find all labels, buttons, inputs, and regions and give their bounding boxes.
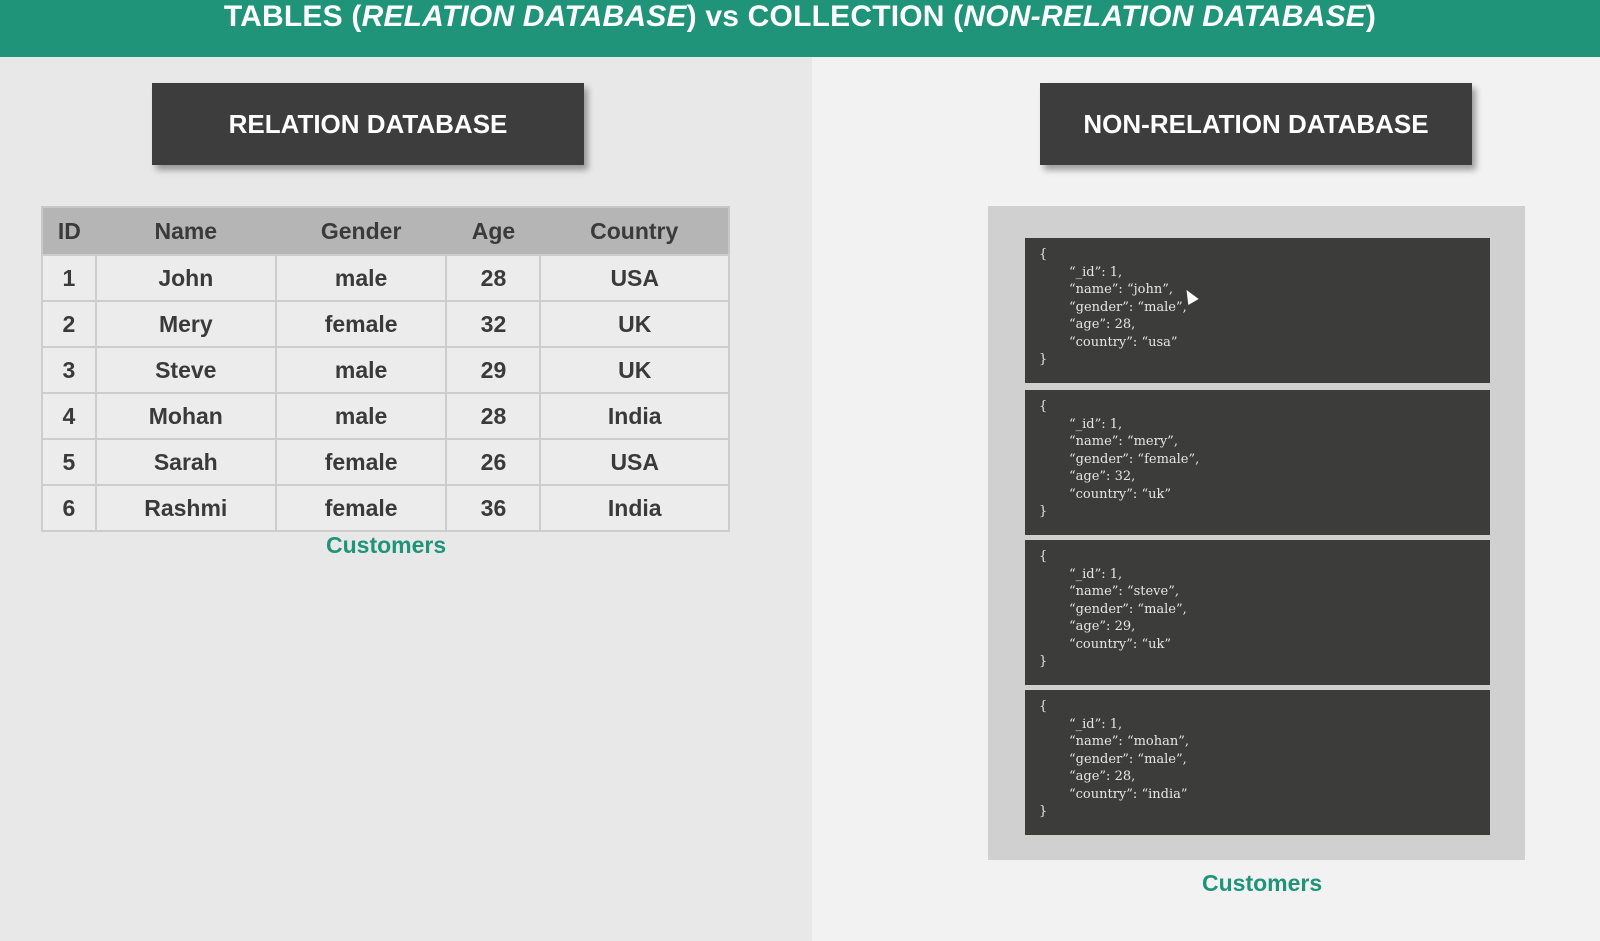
doc-field-name: “name”: “steve”,	[1069, 584, 1179, 599]
cell-gender: female	[274, 484, 448, 532]
cell-gender: female	[274, 438, 448, 486]
doc-close-brace: }	[1039, 804, 1048, 819]
doc-close-brace: }	[1039, 352, 1048, 367]
cell-country: USA	[539, 254, 730, 302]
table-row: 1 John male 28 USA	[41, 254, 730, 302]
banner-text-1: TABLES (	[223, 0, 362, 33]
doc-open-brace: {	[1039, 399, 1048, 414]
table-row: 4 Mohan male 28 India	[41, 392, 730, 440]
doc-field-age: “age”: 28,	[1069, 769, 1136, 784]
doc-field-gender: “gender”: “female”,	[1069, 451, 1200, 467]
cell-name: Steve	[94, 346, 277, 394]
json-document: { “_id”: 1, “name”: “mery”, “gender”: “f…	[1025, 390, 1490, 535]
customers-table: ID Name Gender Age Country 1 John male 2…	[41, 206, 730, 532]
cell-id: 2	[41, 300, 97, 348]
doc-field-name: “name”: “mohan”,	[1069, 734, 1190, 749]
header-age: Age	[446, 207, 541, 255]
banner-text-4: NON-RELATION DATABASE	[963, 0, 1366, 33]
relation-database-heading: RELATION DATABASE	[152, 83, 584, 165]
doc-field-gender: “gender”: “male”,	[1069, 601, 1187, 617]
doc-close-brace: }	[1039, 504, 1048, 519]
header-country: Country	[540, 207, 729, 255]
cell-name: Mohan	[94, 392, 277, 440]
cell-gender: male	[274, 254, 448, 302]
header-id: ID	[42, 207, 96, 255]
doc-field-country: “country”: “uk”	[1069, 636, 1171, 652]
cell-age: 28	[445, 254, 542, 302]
cell-name: Mery	[94, 300, 277, 348]
cell-gender: female	[274, 300, 448, 348]
cell-name: Sarah	[94, 438, 277, 486]
json-document: { “_id”: 1, “name”: “john”, “gender”: “m…	[1025, 238, 1490, 383]
header-name: Name	[95, 207, 276, 255]
cell-age: 26	[445, 438, 542, 486]
doc-field-age: “age”: 32,	[1069, 469, 1136, 484]
collection-caption: Customers	[1202, 870, 1323, 896]
customers-collection: { “_id”: 1, “name”: “john”, “gender”: “m…	[988, 206, 1525, 860]
cell-id: 5	[41, 438, 97, 486]
table-caption: Customers	[326, 532, 447, 558]
doc-open-brace: {	[1039, 699, 1048, 714]
cell-country: USA	[539, 438, 730, 486]
cell-age: 36	[445, 484, 542, 532]
header-gender: Gender	[275, 207, 447, 255]
doc-field-country: “country”: “uk”	[1069, 486, 1171, 502]
cell-country: UK	[539, 300, 730, 348]
cell-id: 4	[41, 392, 97, 440]
cell-name: Rashmi	[94, 484, 277, 532]
doc-open-brace: {	[1039, 247, 1048, 262]
title-banner: TABLES (RELATION DATABASE) vs COLLECTION…	[0, 0, 1600, 57]
cell-age: 32	[445, 300, 542, 348]
non-relation-database-heading: NON-RELATION DATABASE	[1040, 83, 1472, 165]
doc-field-id: “_id”: 1,	[1069, 416, 1123, 432]
doc-field-id: “_id”: 1,	[1069, 566, 1123, 582]
banner-text-5: )	[1365, 0, 1377, 33]
cell-id: 3	[41, 346, 97, 394]
doc-field-age: “age”: 29,	[1069, 619, 1136, 634]
banner-text-3: ) vs COLLECTION (	[686, 0, 964, 33]
cell-age: 28	[445, 392, 542, 440]
json-document: { “_id”: 1, “name”: “mohan”, “gender”: “…	[1025, 690, 1490, 835]
cell-country: UK	[539, 346, 730, 394]
doc-field-id: “_id”: 1,	[1069, 716, 1123, 732]
doc-field-country: “country”: “usa”	[1069, 334, 1178, 350]
banner-text-2: RELATION DATABASE	[361, 0, 687, 33]
doc-field-country: “country”: “india”	[1069, 786, 1188, 802]
doc-field-id: “_id”: 1,	[1069, 264, 1123, 280]
json-document: { “_id”: 1, “name”: “steve”, “gender”: “…	[1025, 540, 1490, 685]
doc-field-name: “name”: “john”,	[1069, 282, 1173, 297]
doc-field-gender: “gender”: “male”,	[1069, 299, 1187, 315]
doc-field-gender: “gender”: “male”,	[1069, 751, 1187, 767]
table-header-row: ID Name Gender Age Country	[42, 207, 729, 255]
doc-close-brace: }	[1039, 654, 1048, 669]
cell-id: 6	[41, 484, 97, 532]
doc-open-brace: {	[1039, 549, 1048, 564]
cell-country: India	[539, 484, 730, 532]
cell-age: 29	[445, 346, 542, 394]
table-row: 2 Mery female 32 UK	[41, 300, 730, 348]
cell-gender: male	[274, 346, 448, 394]
doc-field-name: “name”: “mery”,	[1069, 434, 1178, 449]
table-row: 3 Steve male 29 UK	[41, 346, 730, 394]
table-row: 6 Rashmi female 36 India	[41, 484, 730, 532]
doc-field-age: “age”: 28,	[1069, 317, 1136, 332]
cell-id: 1	[41, 254, 97, 302]
cell-name: John	[94, 254, 277, 302]
table-row: 5 Sarah female 26 USA	[41, 438, 730, 486]
cell-gender: male	[274, 392, 448, 440]
cell-country: India	[539, 392, 730, 440]
